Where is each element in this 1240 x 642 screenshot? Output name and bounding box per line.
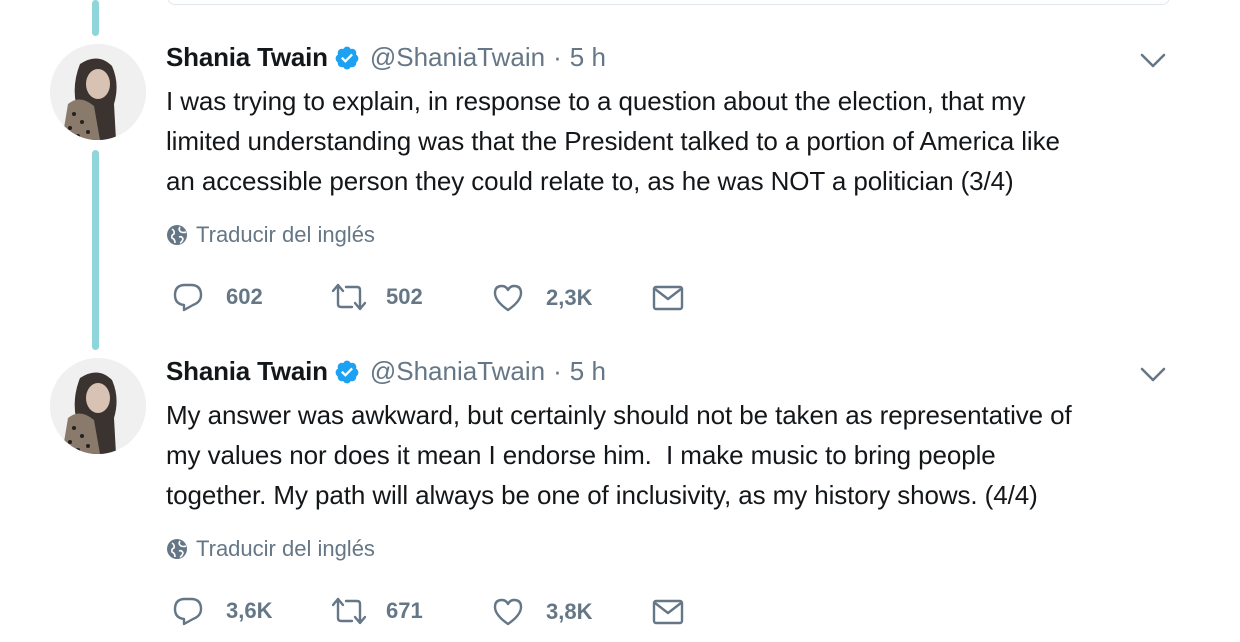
avatar[interactable]: [50, 44, 146, 140]
display-name[interactable]: Shania Twain: [166, 356, 328, 387]
verified-badge-icon: [335, 46, 359, 69]
separator: ·: [553, 42, 562, 72]
timestamp[interactable]: 5 h: [570, 42, 606, 73]
like-count: 2,3K: [546, 285, 593, 310]
reply-button[interactable]: 602: [172, 282, 263, 312]
globe-icon: [167, 539, 187, 559]
retweet-button[interactable]: 671: [330, 596, 423, 626]
reply-count: 602: [226, 284, 263, 309]
retweet-icon: [331, 283, 367, 311]
chevron-down-icon[interactable]: [1140, 52, 1166, 70]
direct-message-icon: [652, 285, 684, 311]
reply-button[interactable]: 3,6K: [172, 596, 272, 626]
globe-icon: [167, 225, 187, 245]
reply-icon: [173, 283, 203, 312]
translate-label: Traducir del inglés: [196, 222, 375, 247]
like-button[interactable]: 3,8K: [492, 597, 592, 627]
timestamp[interactable]: 5 h: [570, 356, 606, 387]
reply-icon: [173, 597, 203, 626]
direct-message-button[interactable]: [652, 599, 684, 625]
like-icon: [493, 598, 523, 626]
handle[interactable]: @ShaniaTwain: [370, 42, 545, 73]
direct-message-button[interactable]: [652, 285, 684, 311]
chevron-down-icon[interactable]: [1140, 366, 1166, 384]
display-name[interactable]: Shania Twain: [166, 42, 328, 73]
tweet-text: I was trying to explain, in response to …: [166, 86, 1060, 196]
translate-link[interactable]: Traducir del inglés: [166, 222, 375, 248]
like-count: 3,8K: [546, 599, 593, 624]
tweet[interactable]: Shania Twain @ShaniaTwain · 5 h I was tr…: [0, 0, 1240, 330]
translate-link[interactable]: Traducir del inglés: [166, 536, 375, 562]
translate-label: Traducir del inglés: [196, 536, 375, 561]
like-icon: [493, 284, 523, 312]
retweet-icon: [331, 597, 367, 625]
separator: ·: [553, 356, 562, 386]
like-button[interactable]: 2,3K: [492, 283, 592, 313]
tweet-text: My answer was awkward, but certainly sho…: [166, 400, 1072, 510]
verified-badge-icon: [335, 360, 359, 383]
retweet-count: 671: [386, 598, 423, 623]
tweet-header: Shania Twain @ShaniaTwain · 5 h: [166, 356, 606, 387]
reply-count: 3,6K: [226, 598, 273, 623]
handle[interactable]: @ShaniaTwain: [370, 356, 545, 387]
tweet[interactable]: Shania Twain @ShaniaTwain · 5 h My answe…: [0, 340, 1240, 642]
tweet-header: Shania Twain @ShaniaTwain · 5 h: [166, 42, 606, 73]
retweet-button[interactable]: 502: [330, 282, 423, 312]
avatar[interactable]: [50, 358, 146, 454]
direct-message-icon: [652, 599, 684, 625]
retweet-count: 502: [386, 284, 423, 309]
